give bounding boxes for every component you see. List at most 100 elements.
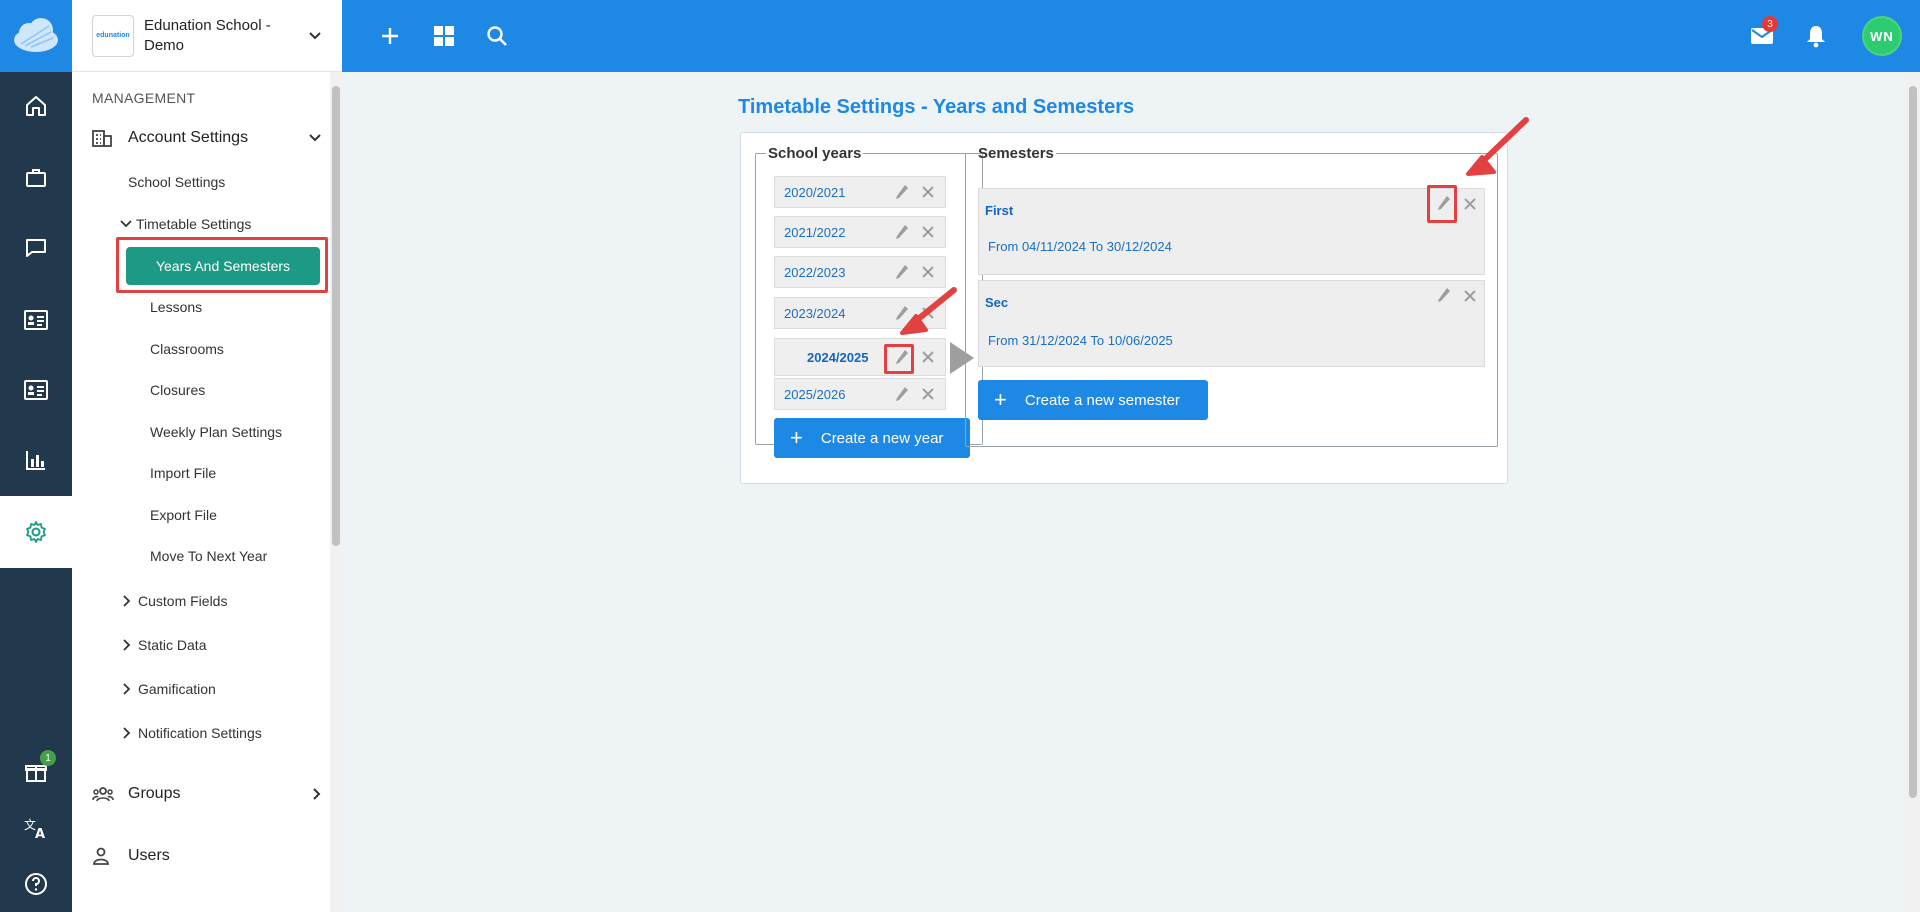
gear-icon[interactable] (0, 496, 72, 568)
pencil-icon[interactable] (895, 386, 909, 402)
sidebar-item-gamification[interactable]: Gamification (122, 681, 216, 697)
create-semester-button[interactable]: + Create a new semester (978, 380, 1208, 420)
bell-icon[interactable] (1802, 22, 1830, 50)
year-row[interactable]: 2022/2023 (774, 256, 946, 288)
search-icon[interactable] (483, 22, 511, 50)
pencil-icon[interactable] (895, 264, 909, 280)
year-label: 2021/2022 (784, 224, 846, 240)
semester-name: First (985, 203, 1014, 218)
cloud-logo-icon[interactable] (0, 0, 72, 72)
sidebar-item-label: Timetable Settings (136, 216, 252, 232)
year-label: 2020/2021 (784, 184, 846, 200)
id-card-icon[interactable] (0, 292, 72, 348)
semester-name: Sec (985, 295, 1009, 310)
close-icon[interactable] (1463, 197, 1477, 211)
help-icon[interactable] (0, 856, 72, 912)
highlight-box (116, 237, 328, 293)
settings-card: School years 2020/2021 2021/2022 2022/20… (740, 132, 1508, 484)
home-icon[interactable] (0, 78, 72, 134)
close-icon[interactable] (921, 350, 935, 364)
gift-icon[interactable]: 1 (0, 744, 72, 800)
pencil-icon[interactable] (895, 224, 909, 240)
bar-chart-icon[interactable] (0, 432, 72, 488)
sidebar-item-account-settings[interactable]: Account Settings (92, 128, 322, 148)
main-scrollbar[interactable] (1906, 72, 1920, 912)
sidebar-item-label: Account Settings (128, 129, 249, 146)
sidebar-item-lessons[interactable]: Lessons (150, 299, 202, 315)
school-name: Edunation School - Demo (144, 16, 271, 54)
chevron-down-icon (309, 134, 321, 142)
year-row[interactable]: 2025/2026 (774, 378, 946, 410)
sidebar-item-groups[interactable]: Groups (92, 784, 322, 804)
sidebar-item-label: Groups (128, 785, 181, 802)
main-scrollbar-thumb[interactable] (1909, 86, 1917, 798)
building-icon (92, 128, 114, 148)
sidebar-item-label: Custom Fields (138, 593, 228, 609)
contact-card-icon[interactable] (0, 362, 72, 418)
chevron-right-icon (123, 595, 131, 607)
sidebar-item-label: Users (128, 847, 170, 864)
svg-text:A: A (35, 827, 45, 840)
sidebar-item-move-to-next-year[interactable]: Move To Next Year (150, 548, 267, 564)
avatar[interactable]: WN (1862, 16, 1902, 56)
year-label: 2023/2024 (784, 305, 846, 321)
sidebar-item-export-file[interactable]: Export File (150, 507, 217, 523)
add-icon[interactable] (376, 22, 404, 50)
year-row[interactable]: 2020/2021 (774, 176, 946, 208)
sidebar-item-weekly-plan-settings[interactable]: Weekly Plan Settings (150, 424, 282, 440)
sidebar-item-label: Static Data (138, 637, 207, 653)
year-label: 2022/2023 (784, 264, 846, 280)
mail-icon[interactable]: 3 (1748, 16, 1778, 50)
school-switcher[interactable]: edunation Edunation School - Demo (72, 0, 342, 72)
icon-rail: 1 文A (0, 0, 72, 912)
pencil-icon[interactable] (1437, 287, 1451, 303)
sidebar-item-import-file[interactable]: Import File (150, 465, 216, 481)
create-year-label: Create a new year (820, 429, 944, 447)
create-year-button[interactable]: + Create a new year (774, 418, 970, 458)
close-icon[interactable] (921, 306, 935, 320)
plus-icon: + (994, 387, 1007, 412)
close-icon[interactable] (921, 387, 935, 401)
year-row[interactable]: 2023/2024 (774, 297, 946, 329)
sidebar: edunation Edunation School - Demo MANAGE… (72, 0, 342, 912)
sidebar-item-closures[interactable]: Closures (150, 382, 205, 398)
year-row-selected[interactable]: 2024/2025 (774, 338, 946, 376)
close-icon[interactable] (921, 185, 935, 199)
chat-icon[interactable] (0, 220, 72, 276)
sidebar-item-timetable-settings[interactable]: Timetable Settings (120, 216, 251, 232)
pencil-icon[interactable] (895, 184, 909, 200)
grid-icon[interactable] (430, 22, 458, 50)
top-header: 3 WN (342, 0, 1920, 72)
sidebar-item-users[interactable]: Users (92, 846, 322, 866)
chevron-right-icon (313, 788, 321, 800)
sidebar-item-school-settings[interactable]: School Settings (128, 174, 225, 190)
sidebar-item-static-data[interactable]: Static Data (122, 637, 206, 653)
section-label: MANAGEMENT (92, 90, 196, 106)
sidebar-scrollbar-thumb[interactable] (332, 86, 340, 546)
page-title: Timetable Settings - Years and Semesters (738, 96, 1135, 118)
translate-icon[interactable]: 文A (0, 800, 72, 856)
chevron-right-icon (123, 727, 131, 739)
sidebar-item-label: Notification Settings (138, 725, 262, 741)
semester-dates: From 31/12/2024 To 10/06/2025 (988, 333, 1173, 348)
sidebar-item-notification-settings[interactable]: Notification Settings (122, 725, 262, 741)
semesters-panel: Semesters First From 04/11/2024 To 30/12… (965, 145, 1498, 447)
school-logo: edunation (92, 14, 134, 57)
close-icon[interactable] (921, 225, 935, 239)
chevron-down-icon (309, 31, 321, 39)
close-icon[interactable] (921, 265, 935, 279)
year-label: 2025/2026 (784, 386, 846, 402)
semester-card[interactable]: First From 04/11/2024 To 30/12/2024 (978, 185, 1485, 275)
sidebar-item-classrooms[interactable]: Classrooms (150, 341, 224, 357)
close-icon[interactable] (1463, 289, 1477, 303)
sidebar-item-custom-fields[interactable]: Custom Fields (122, 593, 227, 609)
sidebar-scrollbar[interactable] (330, 72, 342, 912)
briefcase-icon[interactable] (0, 150, 72, 206)
pencil-icon[interactable] (895, 305, 909, 321)
plus-icon: + (790, 425, 803, 450)
semester-card[interactable]: Sec From 31/12/2024 To 10/06/2025 (978, 280, 1485, 367)
semesters-legend: Semesters (978, 145, 1054, 162)
sidebar-item-label: Gamification (138, 681, 216, 697)
year-row[interactable]: 2021/2022 (774, 216, 946, 248)
chevron-down-icon (120, 220, 132, 228)
